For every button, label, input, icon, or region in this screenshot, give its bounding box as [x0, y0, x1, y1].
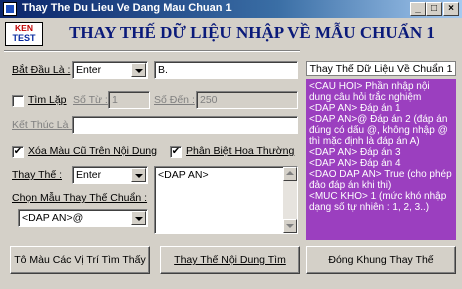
ket-thuc-input[interactable]: [72, 116, 298, 134]
help-line: <DAP AN>@ Đáp án 2 (đáp án đúng có dấu @…: [309, 114, 448, 147]
minimize-button[interactable]: _: [410, 2, 426, 16]
help-line: <CAU HOI> Phần nhập nội dung câu hỏi trắ…: [309, 81, 430, 103]
to-mau-button-label: Tô Màu Các Vị Trí Tìm Thấy: [14, 254, 146, 266]
page-title: THAY THẾ DỮ LIỆU NHẬP VỀ MẪU CHUẨN 1: [69, 23, 435, 42]
so-tu-label: Số Từ :: [73, 94, 108, 106]
dong-khung-button[interactable]: Đóng Khung Thay Thế: [306, 246, 456, 274]
replace-text: <DAP AN>: [158, 169, 209, 181]
xoa-mau-checkbox[interactable]: ✔: [12, 146, 24, 158]
phan-biet-checkbox[interactable]: ✔: [170, 146, 182, 158]
bat-dau-text-input[interactable]: B.: [154, 61, 298, 79]
chevron-down-icon[interactable]: [131, 63, 146, 77]
title-bar: Thay The Du Lieu Ve Dang Mau Chuan 1 _ □…: [0, 0, 462, 18]
help-line: <MUC KHO> 1 (mức khó nhập dạng số tự nhi…: [309, 191, 447, 213]
thay-the-button[interactable]: Thay Thế Nội Dung Tìm: [160, 246, 300, 274]
tim-lap-checkbox[interactable]: [12, 95, 24, 107]
so-tu-input[interactable]: 1: [108, 91, 150, 109]
window-title: Thay The Du Lieu Ve Dang Mau Chuan 1: [22, 2, 232, 14]
help-line: <DAO DAP AN> True (cho phép đảo đáp án k…: [309, 169, 452, 191]
bat-dau-combo-value: Enter: [76, 64, 102, 76]
kentest-logo: KEN TEST: [5, 22, 43, 46]
chevron-down-icon[interactable]: [131, 168, 146, 182]
bat-dau-label: Bắt Đầu Là :: [12, 64, 71, 76]
tim-lap-label: Tìm Lặp: [28, 94, 67, 106]
help-line: <DAP AN> Đáp án 1: [309, 103, 401, 114]
app-icon[interactable]: [3, 2, 17, 16]
chevron-down-icon[interactable]: [131, 211, 146, 225]
chon-mau-combo[interactable]: <DAP AN>@: [18, 209, 148, 227]
divider: [4, 50, 300, 52]
scrollbar[interactable]: [283, 167, 297, 233]
xoa-mau-label: Xóa Màu Cũ Trên Nội Dung: [28, 145, 157, 157]
bat-dau-combo[interactable]: Enter: [72, 61, 148, 79]
main-window: Thay The Du Lieu Ve Dang Mau Chuan 1 _ □…: [0, 0, 462, 289]
thay-the-label: Thay Thế :: [12, 169, 62, 181]
help-line: <DAP AN> Đáp án 3: [309, 147, 401, 158]
chon-mau-combo-value: <DAP AN>@: [22, 212, 84, 224]
phan-biet-label: Phân Biệt Hoa Thường: [186, 145, 295, 157]
logo-line2: TEST: [12, 33, 36, 43]
logo-line1: KEN: [15, 23, 33, 33]
scroll-up-icon[interactable]: [283, 167, 297, 181]
to-mau-button[interactable]: Tô Màu Các Vị Trí Tìm Thấy: [10, 246, 150, 274]
so-den-input[interactable]: 250: [196, 91, 298, 109]
so-den-label: Số Đến :: [154, 94, 195, 106]
close-button[interactable]: ×: [443, 2, 459, 16]
help-title: Thay Thế Dữ Liệu Về Chuẩn 1: [306, 61, 456, 76]
scroll-down-icon[interactable]: [283, 219, 297, 233]
thay-the-combo-value: Enter: [76, 169, 102, 181]
help-panel: <CAU HOI> Phần nhập nội dung câu hỏi trắ…: [306, 79, 456, 240]
maximize-button[interactable]: □: [426, 2, 442, 16]
replace-textarea[interactable]: <DAP AN>: [154, 166, 298, 234]
thay-the-combo[interactable]: Enter: [72, 166, 148, 184]
thay-the-button-label: Thay Thế Nội Dung Tìm: [174, 254, 286, 266]
chon-mau-label: Chọn Mẫu Thay Thế Chuẩn :: [12, 192, 148, 204]
help-line: <DAP AN> Đáp án 4: [309, 158, 401, 169]
dong-khung-button-label: Đóng Khung Thay Thế: [328, 254, 434, 266]
ket-thuc-label: Kết Thúc Là :: [12, 119, 75, 131]
